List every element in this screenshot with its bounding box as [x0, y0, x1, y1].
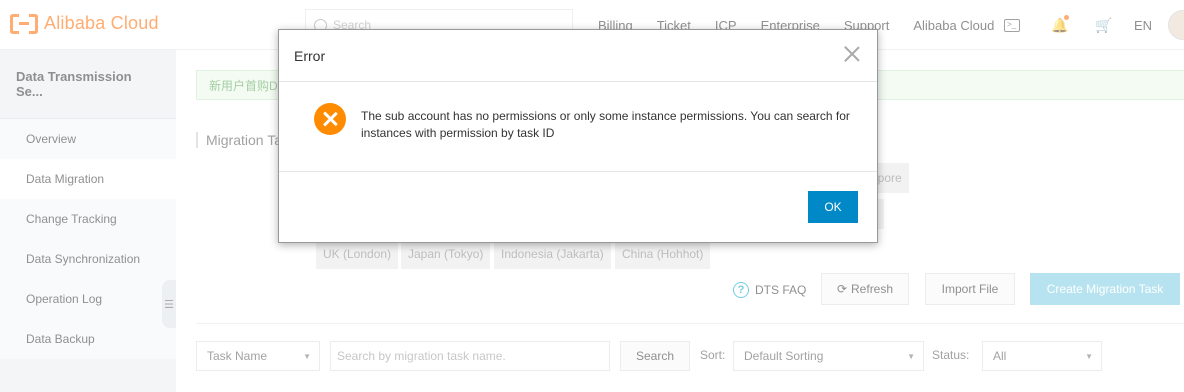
dialog-header: Error — [279, 30, 877, 82]
ok-button[interactable]: OK — [808, 191, 858, 223]
error-icon — [314, 103, 346, 135]
dialog-title: Error — [294, 47, 326, 64]
dialog-body: The sub account has no permissions or on… — [279, 82, 877, 172]
close-icon[interactable] — [843, 44, 861, 62]
error-dialog: Error The sub account has no permissions… — [278, 29, 878, 243]
error-message: The sub account has no permissions or on… — [361, 109, 850, 140]
